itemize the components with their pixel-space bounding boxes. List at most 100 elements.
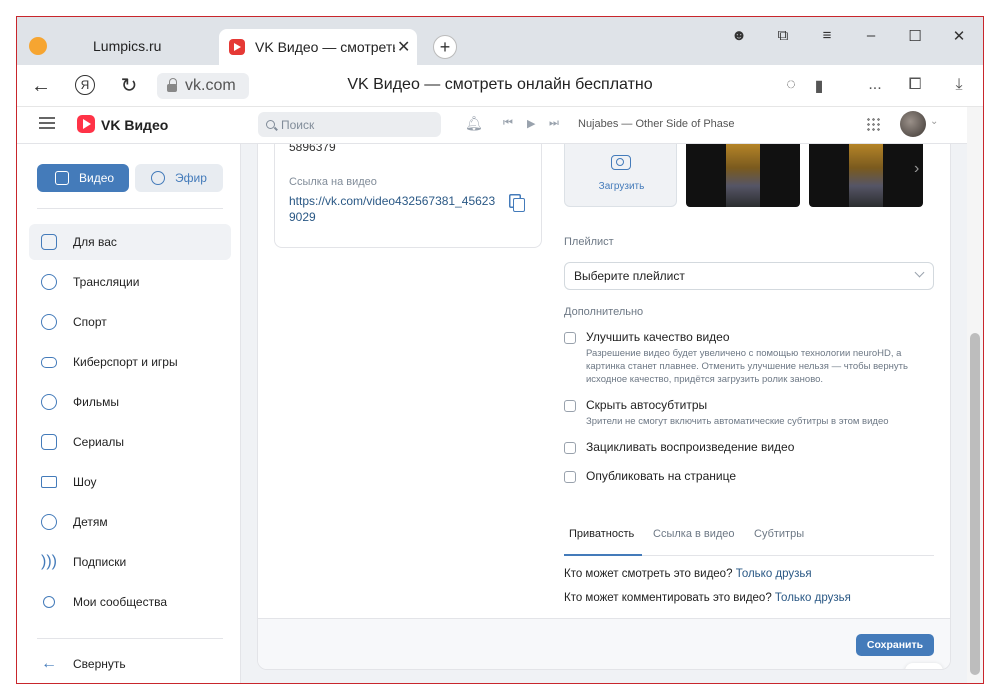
sidebar-item-subscriptions[interactable]: ))) Подписки [29,544,231,580]
sidebar-item-sport[interactable]: Спорт [29,304,231,340]
collapse-label: Свернуть [73,657,126,671]
ball-icon [39,312,59,332]
menu-icon[interactable]: ≡ [817,27,837,44]
scrollbar-thumb[interactable] [970,333,980,675]
back-icon[interactable]: ← [29,75,53,97]
lock-icon [167,78,177,92]
scrollbar[interactable] [967,107,983,683]
more-icon[interactable]: ... [865,76,885,94]
extensions-icon[interactable]: ⧠ [905,76,925,94]
tab-privacy[interactable]: Приватность [569,528,634,540]
playlist-select[interactable]: Выберите плейлист [564,262,934,290]
chevron-down-icon [914,267,925,278]
video-button[interactable]: Видео [37,164,129,192]
privacy-view-link[interactable]: Только друзья [736,568,812,580]
vk-header: VK Видео Поиск 🔔︎ ⏮ ▶ ⏭ Nujabes — Other … [17,107,967,144]
close-tab-icon[interactable]: ✕ [397,37,410,57]
checkbox[interactable] [564,442,576,454]
privacy-comment-question: Кто может комментировать это видео? [564,592,772,604]
live-icon [151,171,165,185]
sidebar-item-label: Детям [73,515,108,529]
browser-window: Lumpics.ru VK Видео — смотреть о ✕ + ☻ ⧉… [16,16,984,684]
tab-video-link[interactable]: Ссылка в видео [653,528,735,540]
vk-video-logo-icon[interactable] [77,115,95,133]
checkbox[interactable] [564,332,576,344]
checkbox[interactable] [564,471,576,483]
gamepad-icon [39,352,59,372]
broadcast-icon [39,272,59,292]
download-icon[interactable]: ⤓ [949,76,969,94]
brand-name[interactable]: VK Видео [101,117,168,133]
option-hide-autosubtitles[interactable]: Скрыть автосубтитры Зрители не смогут вк… [564,398,936,428]
sidebar-item-kids[interactable]: Детям [29,504,231,540]
save-button[interactable]: Сохранить [856,634,934,656]
vk-video-favicon-icon [229,39,245,55]
tab-subtitles[interactable]: Субтитры [754,528,804,540]
privacy-view-row: Кто может смотреть это видео? Только дру… [564,568,812,580]
profile-icon[interactable]: ☻ [729,27,749,44]
chevron-down-icon[interactable]: ⌄ [930,116,938,127]
reload-icon[interactable]: ↻ [117,75,141,97]
tab-bar: Lumpics.ru VK Видео — смотреть о ✕ + ☻ ⧉… [17,17,983,65]
video-link[interactable]: https://vk.com/video432567381_456239029 [289,193,501,225]
play-icon[interactable]: ▶ [527,117,535,130]
live-button[interactable]: Эфир [135,164,223,192]
tab-lumpics[interactable]: Lumpics.ru [23,27,219,65]
chat-icon[interactable] [905,663,943,669]
new-tab-button[interactable]: + [433,35,457,59]
film-reel-icon [39,392,59,412]
option-publish-on-page[interactable]: Опубликовать на странице [564,469,736,483]
privacy-comment-link[interactable]: Только друзья [775,592,851,604]
option-loop-video[interactable]: Зацикливать воспроизведение видео [564,440,794,454]
close-window-icon[interactable]: ✕ [949,27,969,45]
upload-cover-button[interactable]: Загрузить [564,144,677,207]
cover-thumbnail[interactable] [809,144,923,207]
url-field[interactable]: vk.com [157,73,249,99]
apps-grid-icon[interactable] [866,117,880,131]
notifications-bell-icon[interactable]: 🔔︎ [465,115,483,132]
sidebar-item-label: Сериалы [73,435,125,449]
option-enhance-quality[interactable]: Улучшить качество видео Разрешение видео… [564,330,936,386]
search-placeholder: Поиск [281,117,315,132]
privacy-view-question: Кто может смотреть это видео? [564,568,733,580]
chevron-right-icon[interactable]: › [914,160,919,178]
option-desc: Зрители не смогут включить автоматически… [586,416,889,427]
search-icon [266,120,275,129]
upload-label: Загрузить [598,181,645,192]
sidebar-item-communities[interactable]: Мои сообщества [29,584,231,620]
yandex-icon[interactable]: Я [75,75,95,95]
sidebar-item-series[interactable]: Сериалы [29,424,231,460]
sidebar-item-broadcasts[interactable]: Трансляции [29,264,231,300]
search-input[interactable]: Поиск [258,112,441,137]
bookmark-icon[interactable]: ▮ [809,76,829,96]
option-title: Опубликовать на странице [586,469,737,483]
sidebar-item-label: Спорт [73,315,107,329]
collapse-button[interactable]: ← Свернуть [29,646,231,682]
sidebar-item-esports[interactable]: Киберспорт и игры [29,344,231,380]
communities-icon [39,592,59,612]
tv-icon [39,472,59,492]
sidebar-item-for-you[interactable]: Для вас [29,224,231,260]
subscriptions-icon: ))) [41,553,57,570]
sidebar: Видео Эфир Для вас Трансляции Спорт Кибе… [17,144,241,683]
collections-icon[interactable]: ⧉ [773,27,793,44]
camera-icon [611,155,631,170]
minimize-icon[interactable]: – [861,27,881,44]
now-playing[interactable]: Nujabes — Other Side of Phase [578,118,735,130]
hamburger-icon[interactable] [39,117,55,129]
arrow-left-icon: ← [41,655,57,672]
previous-track-icon[interactable]: ⏮ [503,117,513,130]
maximize-icon[interactable]: ☐ [905,27,925,45]
chat-bubble-icon[interactable]: ◌ [781,76,801,94]
copy-icon[interactable] [513,198,525,212]
next-track-icon[interactable]: ⏭ [549,117,559,130]
video-icon [55,171,69,185]
settings-tabs: Приватность Ссылка в видео Субтитры [564,518,934,556]
checkbox[interactable] [564,400,576,412]
tab-vk-video[interactable]: VK Видео — смотреть о ✕ [219,29,417,65]
cover-thumbnail[interactable] [686,144,800,207]
sidebar-item-show[interactable]: Шоу [29,464,231,500]
avatar[interactable] [900,111,926,137]
privacy-comment-row: Кто может комментировать это видео? Толь… [564,592,851,604]
sidebar-item-films[interactable]: Фильмы [29,384,231,420]
